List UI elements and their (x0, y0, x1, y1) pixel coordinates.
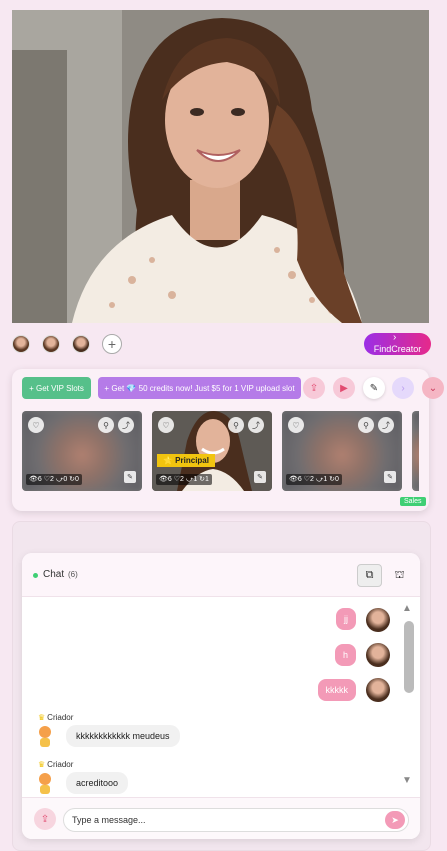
pin-icon[interactable]: ⚲ (358, 417, 374, 433)
chat-input-bar: ⇪ ➤ (22, 797, 420, 839)
find-creator-button[interactable]: › FindCreator (364, 333, 431, 355)
video-icon[interactable]: ▶ (333, 377, 355, 399)
avatar (366, 608, 390, 632)
heart-icon[interactable]: ♡ (288, 417, 304, 433)
media-thumbnails: ♡ ⚲ ⤴ 👁6 ♡2 ⤻0 ↻0 ✎ ♡ ⚲ ⤴ ⭐ Principal 👁6… (22, 411, 419, 491)
attach-upload-icon[interactable]: ⇪ (34, 808, 56, 830)
crown-icon: ♛ (38, 760, 46, 769)
scrollbar-thumb[interactable] (404, 621, 414, 693)
sales-badge: Sales (400, 497, 426, 506)
chevron-up-icon: › (393, 333, 397, 343)
translate-icon[interactable]: ⛫ (387, 564, 412, 587)
author-name: Criador (47, 760, 74, 769)
pin-icon[interactable]: ⚲ (228, 417, 244, 433)
message-author: ♛ Criador (38, 713, 73, 722)
portrait-illustration (12, 10, 429, 323)
media-thumbnail[interactable]: ♡ ⚲ ⤴ 👁6 ♡2 ⤻1 ↻0 ✎ (282, 411, 402, 491)
chat-message-outgoing: jj (336, 608, 356, 630)
media-stats: 👁6 ♡2 ⤻1 ↻1 (156, 474, 212, 485)
send-icon[interactable]: ➤ (385, 811, 405, 829)
message-author: ♛ Criador (38, 760, 73, 769)
get-vip-slots-label: + Get VIP Slots (29, 383, 84, 393)
avatar[interactable] (72, 335, 90, 353)
media-thumbnail[interactable]: ♡ ⚲ ⤴ 👁6 ♡2 ⤻0 ↻0 ✎ (22, 411, 142, 491)
find-creator-label: FindCreator (373, 344, 422, 354)
scroll-up-icon[interactable]: ▲ (402, 603, 412, 614)
avatar[interactable] (42, 335, 60, 353)
creator-avatar-icon (39, 726, 51, 747)
share-icon[interactable]: ⤴ (118, 417, 134, 433)
edit-icon[interactable]: ✎ (384, 471, 396, 483)
author-name: Criador (47, 713, 74, 722)
get-credits-button[interactable]: + Get 💎 50 credits now! Just $5 for 1 VI… (98, 377, 301, 399)
get-vip-slots-button[interactable]: + Get VIP Slots (22, 377, 91, 399)
avatar (366, 678, 390, 702)
creator-photo[interactable] (12, 10, 429, 323)
media-thumbnail[interactable] (412, 411, 419, 491)
edit-icon[interactable]: ✎ (363, 377, 385, 399)
share-icon[interactable]: ⤴ (248, 417, 264, 433)
share-icon[interactable]: ⤴ (378, 417, 394, 433)
upload-icon[interactable]: ⇪ (303, 377, 325, 399)
creator-avatars: + (12, 334, 122, 354)
media-stats: 👁6 ♡2 ⤻0 ↻0 (26, 474, 82, 485)
add-avatar-button[interactable]: + (102, 334, 122, 354)
avatar (366, 643, 390, 667)
chat-message-outgoing: h (334, 644, 356, 666)
chat-header: Chat (6) ⧉ ⛫ (22, 553, 420, 597)
scroll-down-icon[interactable]: ▼ (402, 775, 412, 786)
media-thumbnail[interactable]: ♡ ⚲ ⤴ ⭐ Principal 👁6 ♡2 ⤻1 ↻1 ✎ (152, 411, 272, 491)
chat-title: Chat (43, 569, 65, 580)
copy-icon[interactable]: ⧉ (357, 564, 382, 587)
media-stats: 👁6 ♡2 ⤻1 ↻0 (286, 474, 342, 485)
crown-icon: ♛ (38, 713, 46, 722)
creator-avatar-icon (39, 773, 51, 794)
message-input[interactable] (63, 808, 409, 832)
media-panel: + Get VIP Slots + Get 💎 50 credits now! … (12, 369, 444, 511)
edit-icon[interactable]: ✎ (254, 471, 266, 483)
get-credits-label: + Get 💎 50 credits now! Just $5 for 1 VI… (104, 383, 295, 393)
chat-count: (6) (68, 570, 78, 579)
heart-icon[interactable]: ♡ (158, 417, 174, 433)
expand-icon[interactable]: ⌄ (422, 377, 444, 399)
heart-icon[interactable]: ♡ (28, 417, 44, 433)
chat-message-outgoing: kkkkk (317, 679, 356, 701)
chat-message-incoming: acreditooo (66, 772, 129, 794)
pin-icon[interactable]: ⚲ (98, 417, 114, 433)
online-status-dot (33, 573, 38, 578)
principal-badge: ⭐ Principal (157, 454, 215, 467)
chat-message-incoming: kkkkkkkkkkkk meudeus (66, 725, 180, 747)
next-icon[interactable]: › (392, 377, 414, 399)
plus-icon: + (107, 336, 117, 352)
edit-icon[interactable]: ✎ (124, 471, 136, 483)
avatar[interactable] (12, 335, 30, 353)
chat-panel: Chat (6) ⧉ ⛫ jj h kkkkk ♛ Criador kkkkkkk… (22, 553, 420, 839)
